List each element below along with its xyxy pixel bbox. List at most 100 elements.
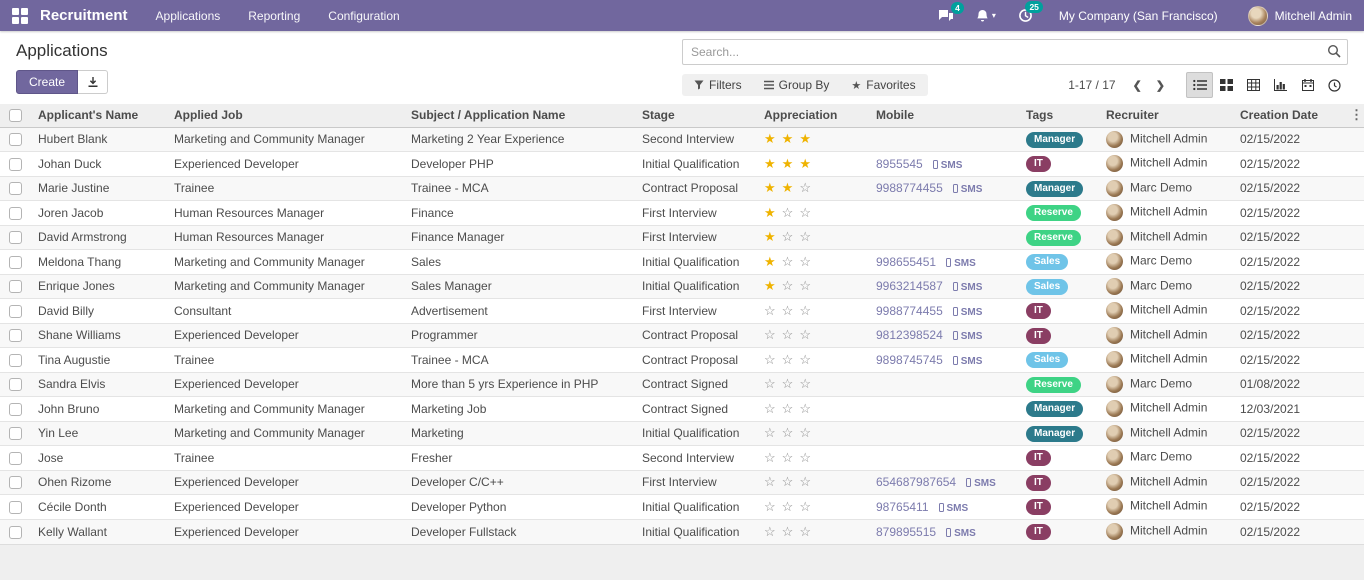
sms-button[interactable]: SMS: [953, 356, 983, 367]
table-row[interactable]: John Bruno Marketing and Community Manag…: [0, 397, 1364, 422]
row-checkbox[interactable]: [9, 158, 22, 171]
star-icon[interactable]: ☆: [782, 474, 794, 489]
row-checkbox[interactable]: [9, 329, 22, 342]
sms-button[interactable]: SMS: [946, 258, 976, 269]
star-icon[interactable]: ☆: [764, 425, 776, 440]
sms-button[interactable]: SMS: [953, 307, 983, 318]
mobile-number-link[interactable]: 9812398524: [876, 328, 943, 342]
column-subject[interactable]: Subject / Application Name: [407, 104, 638, 127]
row-checkbox[interactable]: [9, 501, 22, 514]
star-icon[interactable]: ☆: [782, 425, 794, 440]
star-icon[interactable]: ☆: [782, 499, 794, 514]
messages-icon[interactable]: 4: [938, 9, 954, 23]
table-row[interactable]: Joren Jacob Human Resources Manager Fina…: [0, 201, 1364, 226]
create-button[interactable]: Create: [16, 70, 78, 94]
row-checkbox[interactable]: [9, 305, 22, 318]
sms-button[interactable]: SMS: [953, 184, 983, 195]
mobile-number-link[interactable]: 9988774455: [876, 181, 943, 195]
star-icon[interactable]: ☆: [764, 474, 776, 489]
star-icon[interactable]: ☆: [764, 376, 776, 391]
group-by-button[interactable]: Group By: [764, 78, 830, 92]
search-icon[interactable]: [1327, 44, 1341, 63]
star-icon[interactable]: ★: [799, 156, 811, 171]
sms-button[interactable]: SMS: [953, 331, 983, 342]
column-stage[interactable]: Stage: [638, 104, 760, 127]
star-icon[interactable]: ☆: [799, 474, 811, 489]
star-icon[interactable]: ☆: [799, 450, 811, 465]
star-icon[interactable]: ★: [764, 205, 776, 220]
star-icon[interactable]: ★: [764, 180, 776, 195]
row-checkbox[interactable]: [9, 256, 22, 269]
column-mobile[interactable]: Mobile: [872, 104, 1022, 127]
star-icon[interactable]: ★: [764, 156, 776, 171]
star-icon[interactable]: ★: [782, 180, 794, 195]
star-icon[interactable]: ☆: [782, 254, 794, 269]
row-checkbox[interactable]: [9, 231, 22, 244]
star-icon[interactable]: ☆: [782, 278, 794, 293]
column-tags[interactable]: Tags: [1022, 104, 1102, 127]
user-menu[interactable]: Mitchell Admin: [1248, 6, 1352, 26]
mobile-number-link[interactable]: 879895515: [876, 525, 936, 539]
pager-next-button[interactable]: ❯: [1149, 77, 1172, 94]
sms-button[interactable]: SMS: [946, 528, 976, 539]
select-all-checkbox[interactable]: [9, 109, 22, 122]
table-row[interactable]: Tina Augustie Trainee Trainee - MCA Cont…: [0, 348, 1364, 373]
column-applied-job[interactable]: Applied Job: [170, 104, 407, 127]
filters-button[interactable]: Filters: [694, 78, 742, 92]
column-creation-date[interactable]: Creation Date: [1236, 104, 1346, 127]
star-icon[interactable]: ☆: [799, 254, 811, 269]
favorites-button[interactable]: ★ Favorites: [851, 78, 915, 92]
star-icon[interactable]: ☆: [799, 180, 811, 195]
star-icon[interactable]: ☆: [782, 352, 794, 367]
table-row[interactable]: Sandra Elvis Experienced Developer More …: [0, 372, 1364, 397]
star-icon[interactable]: ★: [799, 131, 811, 146]
row-checkbox[interactable]: [9, 476, 22, 489]
row-checkbox[interactable]: [9, 133, 22, 146]
pager-previous-button[interactable]: ❮: [1126, 77, 1149, 94]
row-checkbox[interactable]: [9, 280, 22, 293]
star-icon[interactable]: ☆: [799, 303, 811, 318]
table-row[interactable]: David Billy Consultant Advertisement Fir…: [0, 299, 1364, 324]
star-icon[interactable]: ☆: [764, 303, 776, 318]
star-icon[interactable]: ☆: [799, 352, 811, 367]
notifications-bell-icon[interactable]: ▾: [976, 9, 996, 23]
star-icon[interactable]: ☆: [799, 205, 811, 220]
star-icon[interactable]: ★: [782, 131, 794, 146]
activity-view-button[interactable]: [1321, 72, 1348, 98]
kanban-view-button[interactable]: [1213, 72, 1240, 98]
graph-view-button[interactable]: [1267, 72, 1294, 98]
star-icon[interactable]: ☆: [782, 229, 794, 244]
sms-button[interactable]: SMS: [939, 503, 969, 514]
star-icon[interactable]: ☆: [764, 499, 776, 514]
mobile-number-link[interactable]: 998655451: [876, 255, 936, 269]
row-checkbox[interactable]: [9, 427, 22, 440]
table-row[interactable]: Ohen Rizome Experienced Developer Develo…: [0, 470, 1364, 495]
star-icon[interactable]: ☆: [764, 524, 776, 539]
table-row[interactable]: Enrique Jones Marketing and Community Ma…: [0, 274, 1364, 299]
mobile-number-link[interactable]: 9898745745: [876, 353, 943, 367]
table-row[interactable]: Cécile Donth Experienced Developer Devel…: [0, 495, 1364, 520]
table-row[interactable]: Johan Duck Experienced Developer Develop…: [0, 152, 1364, 177]
star-icon[interactable]: ☆: [764, 327, 776, 342]
star-icon[interactable]: ☆: [764, 450, 776, 465]
export-button[interactable]: [78, 70, 108, 94]
table-row[interactable]: Meldona Thang Marketing and Community Ma…: [0, 250, 1364, 275]
mobile-number-link[interactable]: 654687987654: [876, 475, 956, 489]
star-icon[interactable]: ☆: [799, 524, 811, 539]
star-icon[interactable]: ★: [764, 131, 776, 146]
table-row[interactable]: Kelly Wallant Experienced Developer Deve…: [0, 519, 1364, 544]
table-row[interactable]: Marie Justine Trainee Trainee - MCA Cont…: [0, 176, 1364, 201]
star-icon[interactable]: ★: [782, 156, 794, 171]
star-icon[interactable]: ☆: [782, 401, 794, 416]
star-icon[interactable]: ☆: [782, 524, 794, 539]
table-row[interactable]: Shane Williams Experienced Developer Pro…: [0, 323, 1364, 348]
list-view-button[interactable]: [1186, 72, 1213, 98]
sms-button[interactable]: SMS: [933, 160, 963, 171]
star-icon[interactable]: ☆: [764, 352, 776, 367]
column-appreciation[interactable]: Appreciation: [760, 104, 872, 127]
star-icon[interactable]: ☆: [782, 303, 794, 318]
row-checkbox[interactable]: [9, 182, 22, 195]
activities-clock-icon[interactable]: 25: [1018, 8, 1033, 23]
star-icon[interactable]: ☆: [799, 376, 811, 391]
star-icon[interactable]: ☆: [799, 401, 811, 416]
